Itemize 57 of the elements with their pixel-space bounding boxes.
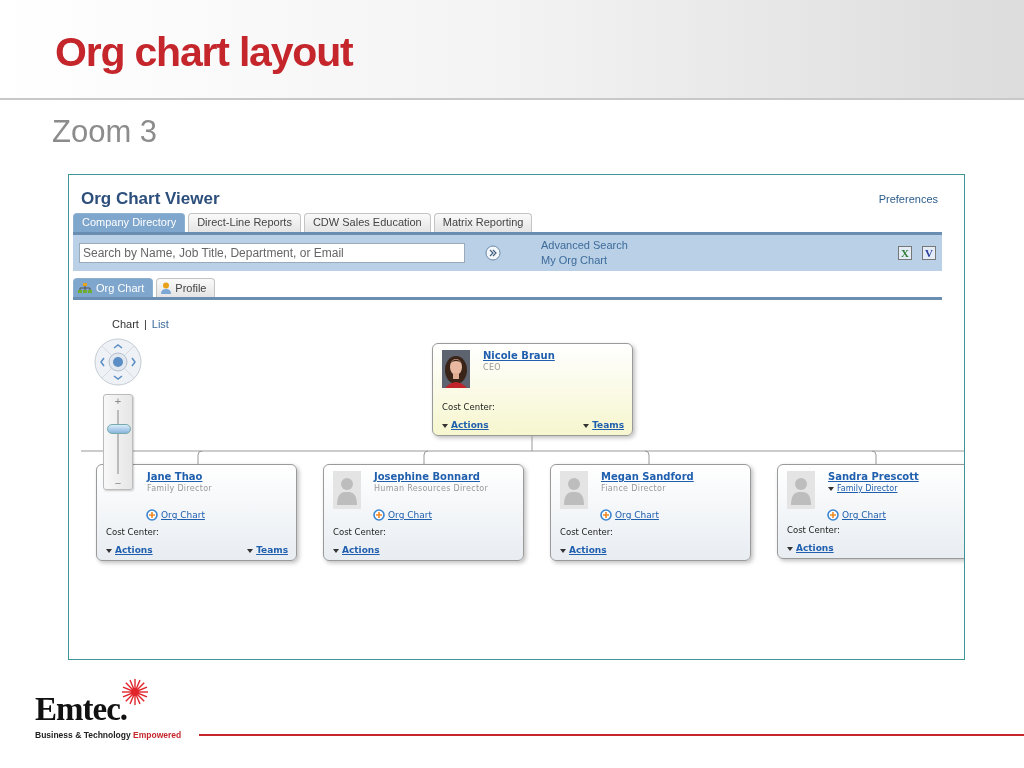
crosshair-icon <box>827 509 839 521</box>
cost-center-label: Cost Center: <box>560 527 614 537</box>
search-link[interactable]: My Org Chart <box>541 253 628 268</box>
actions-link[interactable]: Actions <box>106 545 153 555</box>
export-button[interactable]: V <box>922 246 936 260</box>
cost-center-label: Cost Center: <box>787 525 841 535</box>
teams-link[interactable]: Teams <box>247 545 288 555</box>
tab[interactable]: CDW Sales Education <box>303 213 431 232</box>
actions-link[interactable]: Actions <box>560 545 607 555</box>
search-link[interactable]: Advanced Search <box>541 238 628 253</box>
slide-subtitle: Zoom 3 <box>52 114 159 150</box>
actions-link[interactable]: Actions <box>442 420 489 430</box>
crosshair-icon <box>373 509 385 521</box>
org-chart-link[interactable]: Org Chart <box>600 509 742 521</box>
person-name-link[interactable]: Sandra Prescott <box>828 471 919 482</box>
org-chart-link[interactable]: Org Chart <box>827 509 964 521</box>
teams-link[interactable]: Teams <box>583 420 624 430</box>
avatar-placeholder-icon <box>333 471 361 509</box>
actions-link[interactable]: Actions <box>333 545 380 555</box>
logo-wordmark: Emtec. <box>35 694 128 724</box>
search-field[interactable]: Search by Name, Job Title, Department, or Email <box>79 243 465 263</box>
org-chart-link[interactable]: Org Chart <box>146 509 288 521</box>
export-button[interactable]: X <box>898 246 912 260</box>
zoom-slider[interactable]: + − <box>103 394 133 490</box>
job-title-link[interactable]: Family Director <box>828 484 919 493</box>
tab[interactable]: Direct-Line Reports <box>188 213 301 232</box>
crosshair-icon <box>600 509 612 521</box>
view-link[interactable]: Chart <box>112 318 139 330</box>
tab[interactable]: Matrix Reporting <box>433 213 533 232</box>
slide-title: Org chart layout <box>55 28 353 76</box>
hierarchy-icon <box>78 282 92 294</box>
tab[interactable]: Profile <box>156 278 216 297</box>
go-icon[interactable] <box>485 245 501 261</box>
person-name-link[interactable]: Megan Sandford <box>601 471 694 482</box>
cost-center-label: Cost Center: <box>106 527 160 537</box>
pan-control[interactable] <box>93 337 143 387</box>
cost-center-label: Cost Center: <box>442 402 496 412</box>
person-icon <box>161 282 172 294</box>
crosshair-icon <box>146 509 158 521</box>
avatar-placeholder-icon <box>560 471 588 509</box>
view-link[interactable]: List <box>151 318 169 330</box>
slider-thumb[interactable] <box>107 424 131 435</box>
job-title: Family Director <box>147 484 212 493</box>
person-name-link[interactable]: Nicole Braun <box>483 350 555 361</box>
cost-center-label: Cost Center: <box>333 527 387 537</box>
preferences-link[interactable]: Preferences <box>878 193 938 205</box>
avatar-placeholder-icon <box>787 471 815 509</box>
job-title: Fiance Director <box>601 484 667 493</box>
job-title: Human Resources Director <box>374 484 489 493</box>
app-title: Org Chart Viewer <box>81 189 220 209</box>
person-name-link[interactable]: Josephine Bonnard <box>374 471 489 482</box>
separator: | <box>143 318 147 330</box>
org-chart-link[interactable]: Org Chart <box>373 509 515 521</box>
job-title: CEO <box>483 363 502 372</box>
tagline: Business & Technology Empowered <box>35 730 182 740</box>
actions-link[interactable]: Actions <box>787 543 834 553</box>
person-name-link[interactable]: Jane Thao <box>147 471 212 482</box>
